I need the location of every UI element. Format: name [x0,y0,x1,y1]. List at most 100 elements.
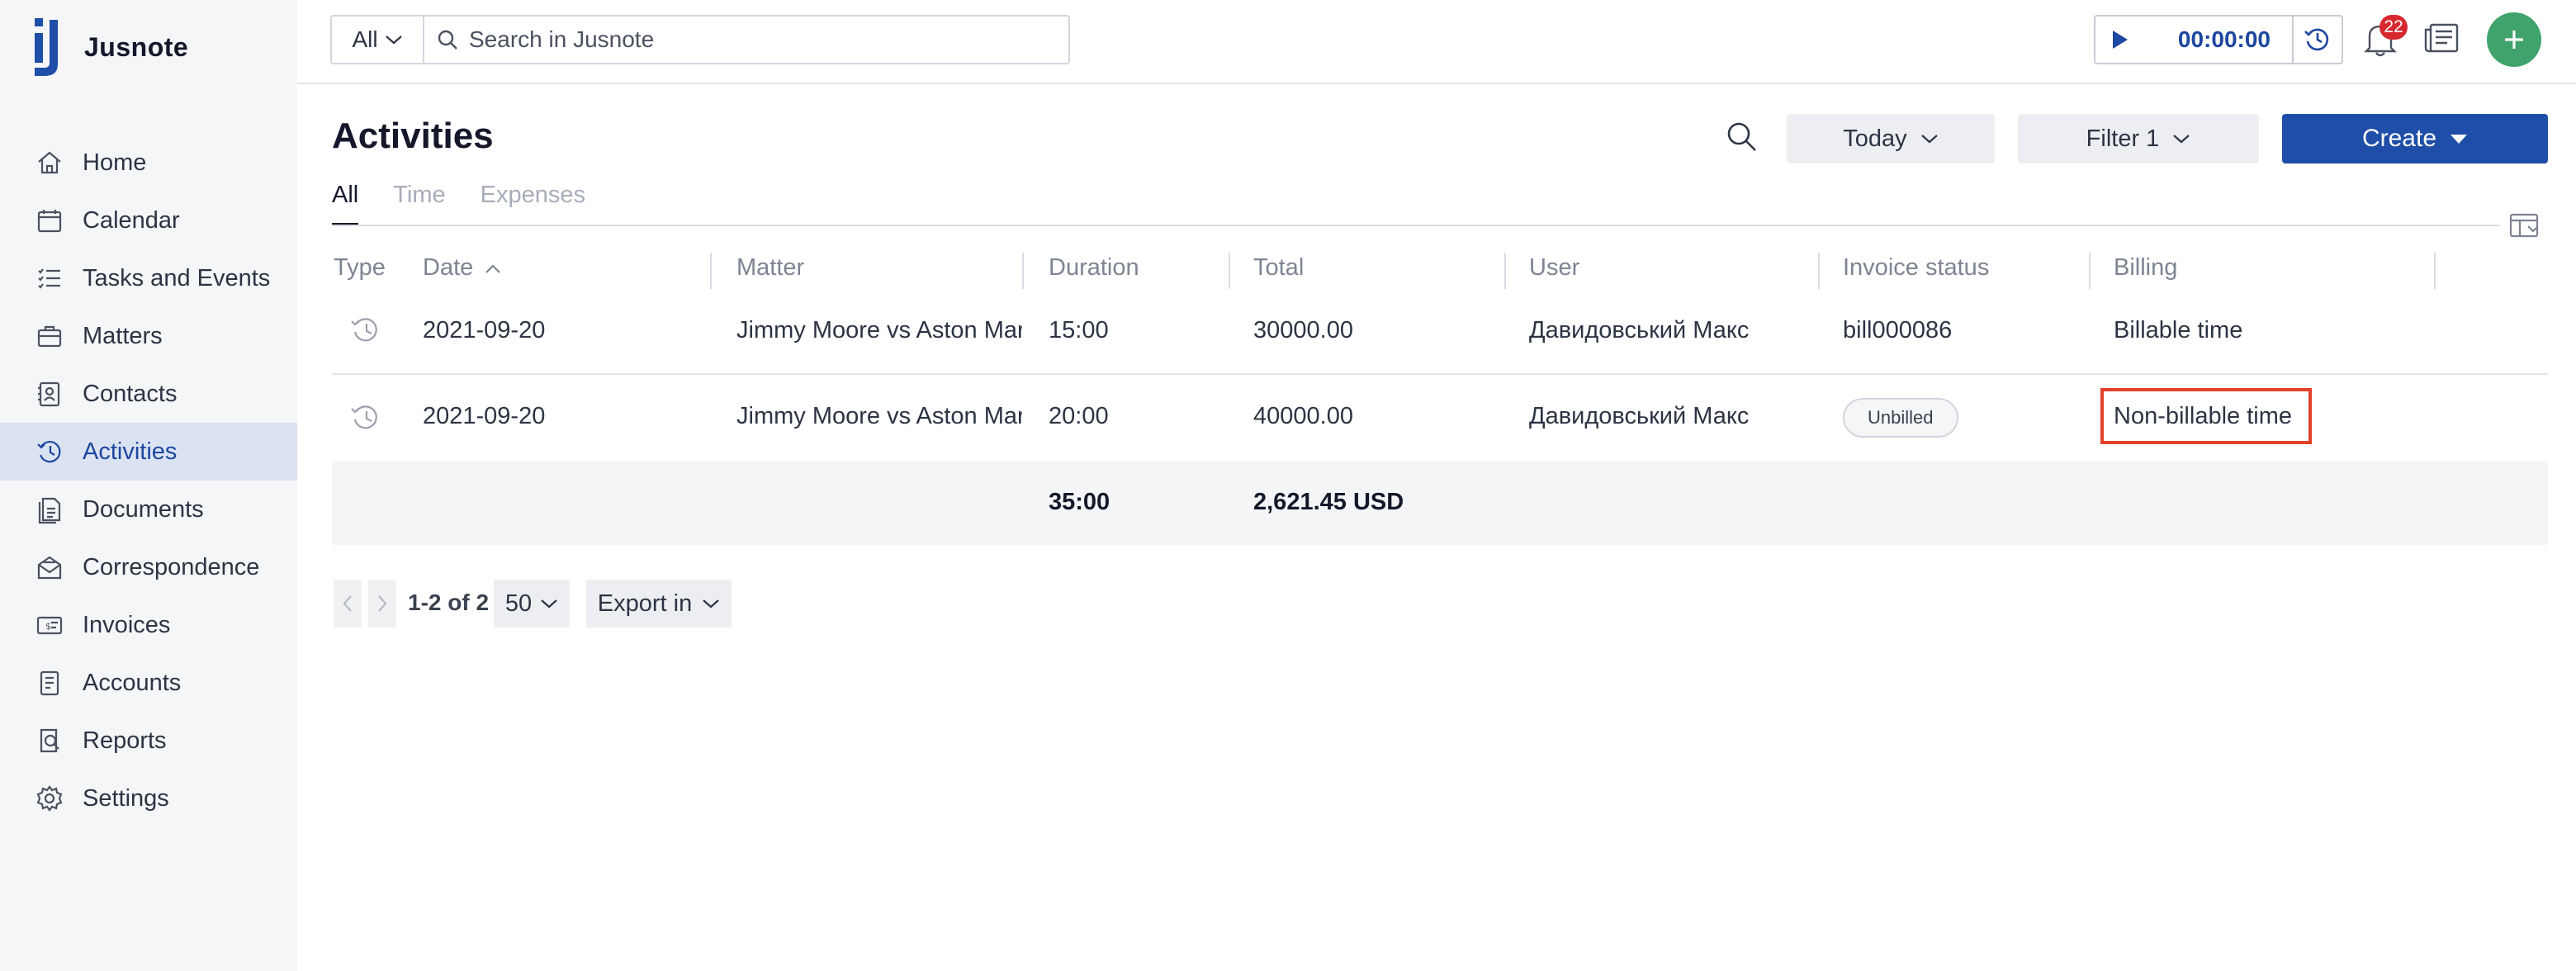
timer-widget: 00:00:00 [2094,15,2343,64]
sidebar-item-label: Activities [83,438,178,465]
sidebar-item-invoices[interactable]: $ Invoices [0,596,297,654]
reports-icon [35,726,64,755]
search-input[interactable] [469,26,1047,53]
calendar-icon [35,206,64,235]
column-header-invoice-status[interactable]: Invoice status [1843,254,1989,282]
sidebar-item-label: Reports [83,727,167,754]
column-header-date[interactable]: Date [423,254,501,282]
period-dropdown[interactable]: Today [1787,114,1995,163]
column-header-user[interactable]: User [1529,254,1579,282]
sidebar-item-settings[interactable]: Settings [0,770,297,827]
sidebar-item-label: Home [83,149,147,176]
sidebar-item-tasks[interactable]: Tasks and Events [0,249,297,307]
sidebar-item-documents[interactable]: Documents [0,481,297,538]
app-name: Jusnote [84,31,189,62]
page-size-value: 50 [504,590,533,617]
news-icon[interactable] [2422,18,2462,58]
notifications-badge: 22 [2379,15,2408,40]
sidebar-item-label: Tasks and Events [83,264,271,291]
matter-link[interactable]: Jimmy Moore vs Aston Martin [736,317,1022,344]
user-cell: Давидовський Макс [1529,403,1750,429]
top-bar: All 00:00:00 22 [297,0,2576,84]
export-dropdown[interactable]: Export in [586,580,732,628]
sidebar-item-correspondence[interactable]: Correspondence [0,538,297,596]
sidebar: Jusnote Home Calendar Tasks and Events M… [0,0,297,971]
total-amount: 2,621.45 USD [1253,489,1404,515]
activities-icon [35,437,64,467]
sidebar-item-contacts[interactable]: Contacts [0,365,297,423]
matter-link[interactable]: Jimmy Moore vs Aston Martin [736,403,1022,430]
column-separator[interactable] [2089,253,2091,289]
sidebar-item-label: Calendar [83,206,180,234]
plus-icon [2505,31,2523,49]
filter-dropdown[interactable]: Filter 1 [2018,114,2259,163]
timer-value: 00:00:00 [2143,17,2294,63]
duration-cell: 15:00 [1049,317,1109,343]
tab-expenses[interactable]: Expenses [481,182,585,226]
tab-time[interactable]: Time [393,182,445,226]
totals-row [332,461,2548,545]
sidebar-item-calendar[interactable]: Calendar [0,192,297,249]
chevron-left-icon [343,595,352,612]
play-icon [2113,31,2128,49]
sidebar-item-home[interactable]: Home [0,134,297,192]
total-duration: 35:00 [1049,489,1110,515]
column-header-type[interactable]: Type [334,254,386,282]
date-cell: 2021-09-20 [423,317,546,343]
sidebar-item-matters[interactable]: Matters [0,307,297,365]
chevron-down-icon [1920,135,1938,144]
status-badge: Unbilled [1843,398,1958,438]
search-scope-dropdown[interactable]: All [332,17,424,63]
svg-text:$: $ [45,621,51,632]
search-box [424,17,1068,63]
chevron-right-icon [378,595,387,612]
period-value: Today [1843,125,1907,152]
column-separator[interactable] [1504,253,1506,289]
tasks-icon [35,263,64,293]
timer-play-button[interactable] [2095,17,2143,63]
column-separator[interactable] [710,253,712,289]
quick-add-button[interactable] [2487,12,2541,67]
next-page-button[interactable] [368,580,396,628]
column-separator[interactable] [1818,253,1820,289]
column-header-total[interactable]: Total [1253,254,1304,282]
sort-ascending-icon [485,264,501,273]
page-size-dropdown[interactable]: 50 [494,580,570,628]
documents-icon [35,495,64,524]
create-button[interactable]: Create [2282,114,2548,163]
history-clock-icon [2304,28,2329,51]
sidebar-item-activities[interactable]: Activities [0,423,297,481]
invoice-link[interactable]: bill000086 [1843,317,2082,344]
time-entry-icon [351,405,377,429]
column-separator[interactable] [2434,253,2436,289]
app-logo[interactable]: Jusnote [31,17,188,78]
accounts-icon [35,668,64,698]
sidebar-item-label: Matters [83,322,163,349]
total-cell: 40000.00 [1253,403,1353,429]
tabs-divider [332,225,2500,226]
column-separator[interactable] [1229,253,1230,289]
column-separator[interactable] [1022,253,1024,289]
chevron-down-icon [703,599,719,609]
column-settings-icon[interactable] [2508,211,2541,241]
search-scope-value: All [352,26,378,52]
sidebar-item-label: Accounts [83,669,182,696]
create-label: Create [2361,125,2437,152]
previous-page-button[interactable] [334,580,362,628]
column-header-duration[interactable]: Duration [1049,254,1139,282]
sidebar-item-reports[interactable]: Reports [0,712,297,770]
caret-down-icon [2451,135,2468,144]
timer-history-button[interactable] [2294,17,2342,63]
activity-tabs: All Time Expenses [332,182,620,226]
date-cell: 2021-09-20 [423,403,546,429]
filter-value: Filter 1 [2086,125,2160,152]
tab-all[interactable]: All [332,182,359,226]
sidebar-item-accounts[interactable]: Accounts [0,654,297,712]
column-header-billing[interactable]: Billing [2114,254,2177,282]
search-icon[interactable] [1724,119,1760,155]
time-entry-icon [351,318,377,342]
contacts-icon [35,379,64,409]
total-cell: 30000.00 [1253,317,1353,343]
highlight-box [2100,388,2312,444]
column-header-matter[interactable]: Matter [736,254,804,282]
